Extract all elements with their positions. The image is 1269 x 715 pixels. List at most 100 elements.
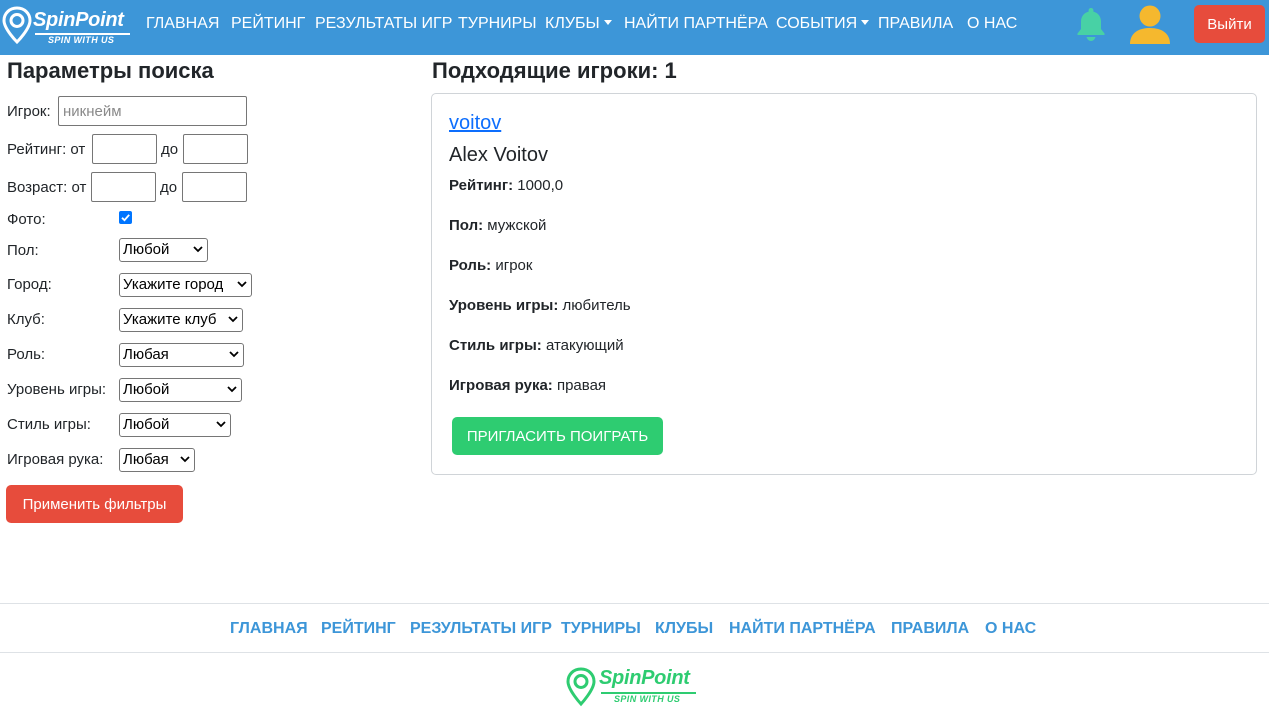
style-label: Стиль игры: <box>7 416 91 433</box>
nav-link-rating[interactable]: РЕЙТИНГ <box>231 15 305 33</box>
level-select-value: Любой <box>123 381 170 398</box>
brand-logo[interactable]: SpinPoint SPIN WITH US <box>2 6 132 46</box>
bell-icon[interactable] <box>1074 6 1108 42</box>
top-navbar: SpinPoint SPIN WITH US ГЛАВНАЯ РЕЙТИНГ Р… <box>0 0 1269 55</box>
footer-link-game-results[interactable]: РЕЗУЛЬТАТЫ ИГР <box>410 620 552 638</box>
city-select[interactable]: Укажите город <box>119 273 252 297</box>
chevron-down-icon <box>228 316 238 323</box>
player-gender-value: мужской <box>487 217 547 234</box>
footer-brand-name: SpinPoint <box>599 667 690 689</box>
age-to-input[interactable] <box>182 172 247 202</box>
user-avatar-icon[interactable] <box>1128 3 1172 45</box>
player-nickname-input[interactable] <box>58 96 247 126</box>
footer-brand-tagline: SPIN WITH US <box>614 694 681 704</box>
hand-select-value: Любая <box>123 451 169 468</box>
gender-select[interactable]: Любой <box>119 238 208 262</box>
checkmark-icon <box>121 214 130 222</box>
player-style-row: Стиль игры: атакующий <box>449 337 624 354</box>
player-label: Игрок: <box>7 103 51 120</box>
chevron-down-icon <box>216 421 226 428</box>
club-select[interactable]: Укажите клуб <box>119 308 243 332</box>
chevron-down-icon <box>193 246 203 253</box>
player-level-label: Уровень игры: <box>449 297 559 314</box>
nav-link-find-partner[interactable]: НАЙТИ ПАРТНЁРА <box>624 15 768 33</box>
rating-from-label: Рейтинг: от <box>7 141 86 158</box>
player-role-label: Роль: <box>449 257 492 274</box>
club-select-value: Укажите клуб <box>123 311 217 328</box>
gender-label: Пол: <box>7 242 39 259</box>
caret-down-icon <box>861 20 870 25</box>
nav-link-home[interactable]: ГЛАВНАЯ <box>146 15 219 33</box>
chevron-down-icon <box>229 351 239 358</box>
chevron-down-icon <box>227 386 237 393</box>
rating-to-input[interactable] <box>183 134 248 164</box>
age-to-label: до <box>160 179 178 196</box>
nav-link-rules[interactable]: ПРАВИЛА <box>878 15 953 33</box>
footer-divider-bottom <box>0 652 1269 653</box>
nav-link-game-results[interactable]: РЕЗУЛЬТАТЫ ИГР <box>315 15 452 33</box>
city-label: Город: <box>7 276 52 293</box>
location-pin-icon <box>566 667 596 707</box>
rating-from-input[interactable] <box>92 134 157 164</box>
gender-select-value: Любой <box>123 241 170 258</box>
hand-select[interactable]: Любая <box>119 448 195 472</box>
caret-down-icon <box>603 20 612 25</box>
player-gender-label: Пол: <box>449 217 484 234</box>
footer-brand-logo[interactable]: SpinPoint SPIN WITH US <box>566 665 701 707</box>
footer-link-clubs[interactable]: КЛУБЫ <box>655 620 713 638</box>
results-title: Подходящие игроки: 1 <box>432 58 677 83</box>
role-select-value: Любая <box>123 346 169 363</box>
invite-to-play-button[interactable]: ПРИГЛАСИТЬ ПОИГРАТЬ <box>452 417 663 455</box>
player-style-label: Стиль игры: <box>449 337 542 354</box>
footer-divider-top <box>0 603 1269 604</box>
player-style-value: атакующий <box>545 337 624 354</box>
player-full-name: Alex Voitov <box>449 144 548 166</box>
player-card: voitov Alex Voitov Рейтинг: 1000,0 Пол: … <box>431 93 1257 475</box>
nav-dropdown-clubs[interactable]: КЛУБЫ <box>545 15 612 33</box>
player-hand-row: Игровая рука: правая <box>449 377 606 394</box>
nav-dropdown-clubs-label: КЛУБЫ <box>545 15 600 32</box>
player-hand-value: правая <box>556 377 607 394</box>
player-hand-label: Игровая рука: <box>449 377 553 394</box>
player-level-row: Уровень игры: любитель <box>449 297 631 314</box>
club-label: Клуб: <box>7 311 45 328</box>
apply-filters-button[interactable]: Применить фильтры <box>6 485 183 523</box>
level-label: Уровень игры: <box>7 381 107 398</box>
player-gender-row: Пол: мужской <box>449 217 546 234</box>
filters-title: Параметры поиска <box>7 58 214 83</box>
photo-label: Фото: <box>7 211 46 228</box>
logout-button[interactable]: Выйти <box>1194 5 1265 43</box>
footer-link-home[interactable]: ГЛАВНАЯ <box>230 620 308 638</box>
player-rating-label: Рейтинг: <box>449 177 514 194</box>
nav-dropdown-events-label: СОБЫТИЯ <box>776 15 858 32</box>
footer-link-rating[interactable]: РЕЙТИНГ <box>321 620 396 638</box>
player-role-value: игрок <box>495 257 533 274</box>
nav-link-about[interactable]: О НАС <box>967 15 1017 33</box>
role-select[interactable]: Любая <box>119 343 244 367</box>
level-select[interactable]: Любой <box>119 378 242 402</box>
brand-tagline: SPIN WITH US <box>48 35 115 45</box>
brand-name: SpinPoint <box>33 9 124 31</box>
nav-link-tournaments[interactable]: ТУРНИРЫ <box>458 15 537 33</box>
footer-link-find-partner[interactable]: НАЙТИ ПАРТНЁРА <box>729 620 876 638</box>
photo-checkbox[interactable] <box>119 211 132 224</box>
role-label: Роль: <box>7 346 46 363</box>
age-from-input[interactable] <box>91 172 156 202</box>
style-select-value: Любой <box>123 416 170 433</box>
player-role-row: Роль: игрок <box>449 257 532 274</box>
footer-link-rules[interactable]: ПРАВИЛА <box>891 620 969 638</box>
nav-dropdown-events[interactable]: СОБЫТИЯ <box>776 15 870 33</box>
style-select[interactable]: Любой <box>119 413 231 437</box>
city-select-value: Укажите город <box>123 276 224 293</box>
hand-label: Игровая рука: <box>7 451 104 468</box>
footer-link-tournaments[interactable]: ТУРНИРЫ <box>561 620 641 638</box>
player-rating-row: Рейтинг: 1000,0 <box>449 177 563 194</box>
chevron-down-icon <box>180 456 190 463</box>
player-username-link[interactable]: voitov <box>449 112 501 135</box>
player-rating-value: 1000,0 <box>517 177 564 194</box>
age-from-label: Возраст: от <box>7 179 87 196</box>
location-pin-icon <box>2 6 32 44</box>
rating-to-label: до <box>161 141 179 158</box>
footer-link-about[interactable]: О НАС <box>985 620 1036 638</box>
player-level-value: любитель <box>562 297 631 314</box>
